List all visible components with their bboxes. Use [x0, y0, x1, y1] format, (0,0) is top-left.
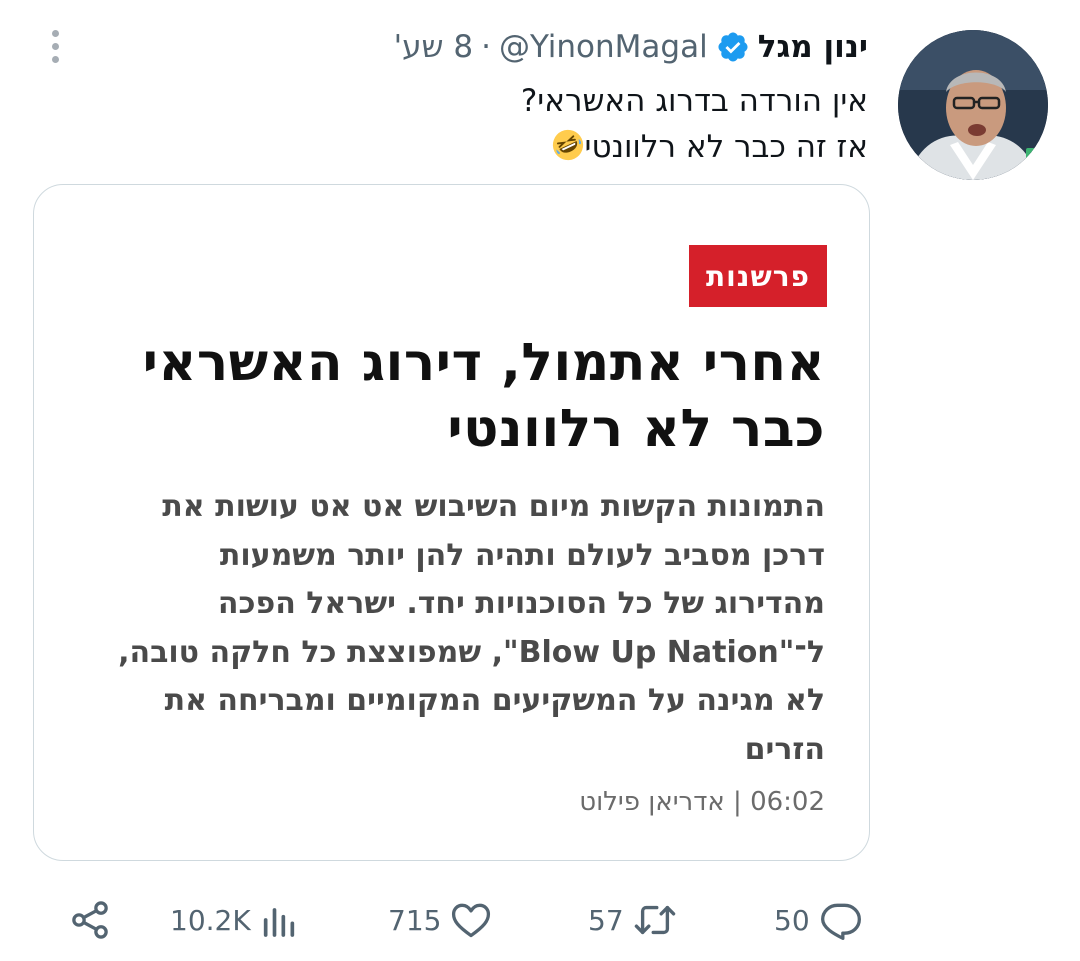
summary-line: לא מגינה על המשקיעים המקומיים ומבריחה את	[164, 683, 825, 718]
more-dot-icon	[51, 29, 59, 37]
tweet-text-line: אין הורדה בדרוג האשראי?	[520, 83, 868, 119]
retweet-button[interactable]: 57	[588, 890, 678, 950]
like-button[interactable]: 715	[388, 890, 493, 950]
avatar[interactable]	[898, 30, 1048, 180]
headline-line: כבר לא רלוונטי	[447, 399, 825, 459]
more-dot-icon	[51, 55, 59, 63]
reply-icon	[820, 903, 861, 940]
summary-line: מהדירוג של כל הסוכנויות יחד. ישראל הפכה	[217, 586, 825, 621]
views-icon	[263, 908, 294, 937]
author-handle[interactable]: @YinonMagal	[499, 29, 708, 65]
summary-line: הזרים	[744, 731, 825, 767]
tweet-text-line: אז זה כבר לא רלוונטי	[584, 129, 868, 165]
category-badge: פרשנות	[689, 245, 827, 307]
more-options-button[interactable]	[40, 26, 70, 66]
replies-count: 50	[774, 903, 810, 937]
rolling-laughing-emoji-icon	[551, 128, 585, 162]
avatar-photo	[898, 30, 1048, 180]
verified-badge-icon	[716, 30, 750, 64]
tweet-text: אין הורדה בדרוג האשראי? אז זה כבר לא רלו…	[188, 78, 868, 170]
retweets-count: 57	[588, 903, 624, 937]
share-icon	[72, 901, 108, 939]
action-bar: 10.2K 715 57 50	[0, 890, 1080, 950]
summary-line: דרכן מסביב לעולם ותהיה להן יותר משמעות	[219, 537, 825, 573]
heart-icon	[452, 903, 491, 938]
reply-button[interactable]: 50	[774, 890, 864, 950]
retweet-icon	[634, 905, 675, 935]
header-separator: ·	[481, 29, 491, 65]
tweet-timestamp[interactable]: 8 שע'	[394, 29, 473, 65]
link-card[interactable]: פרשנות אחרי אתמול, דירוג האשראי כבר לא ר…	[33, 184, 870, 861]
tweet-header: ינון מגל @YinonMagal · 8 שע'	[394, 26, 868, 68]
share-button[interactable]	[68, 890, 112, 950]
headline-line: אחרי אתמול, דירוג האשראי	[142, 333, 825, 393]
card-summary: התמונות הקשות מיום השיבוש אט אט עושות את…	[65, 483, 825, 774]
more-dot-icon	[51, 42, 59, 50]
card-meta: 06:02 | אדריאן פילוט	[579, 787, 825, 817]
card-headline: אחרי אתמול, דירוג האשראי כבר לא רלוונטי	[105, 330, 825, 462]
summary-line: התמונות הקשות מיום השיבוש אט אט עושות את	[162, 489, 825, 524]
tweet-text-line-2: אז זה כבר לא רלוונטי	[188, 124, 868, 170]
likes-count: 715	[388, 903, 442, 937]
summary-line: ל־"Blow Up Nation", שמפוצצת כל חלקה טובה…	[118, 634, 825, 670]
views-button[interactable]: 10.2K	[170, 890, 299, 950]
views-count: 10.2K	[170, 903, 251, 937]
tweet[interactable]: ינון מגל @YinonMagal · 8 שע' אין הורדה ב…	[0, 0, 1080, 961]
author-display-name[interactable]: ינון מגל	[758, 29, 868, 65]
